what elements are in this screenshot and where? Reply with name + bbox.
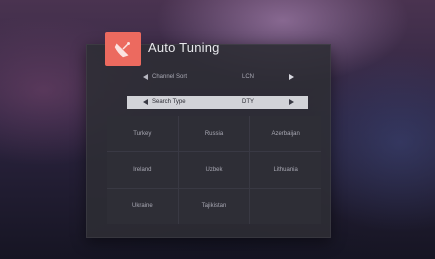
arrow-right-icon[interactable] bbox=[289, 99, 294, 105]
channel-sort-label: Channel Sort bbox=[152, 74, 188, 80]
satellite-dish-icon bbox=[114, 42, 130, 58]
country-option[interactable]: Lithuania bbox=[250, 152, 321, 188]
channel-sort-row[interactable]: Channel Sort LCN bbox=[127, 71, 308, 84]
country-option[interactable]: Russia bbox=[178, 116, 250, 152]
search-type-value: DTY bbox=[242, 99, 254, 105]
country-option[interactable]: Uzbek bbox=[178, 152, 250, 188]
country-option[interactable]: Ukraine bbox=[107, 188, 178, 224]
country-option[interactable]: Turkey bbox=[107, 116, 178, 152]
channel-sort-value: LCN bbox=[242, 74, 255, 80]
country-option[interactable]: Ireland bbox=[107, 152, 178, 188]
search-type-label: Search Type bbox=[152, 99, 186, 105]
empty-cell bbox=[250, 188, 321, 224]
country-option[interactable]: Azerbaijan bbox=[250, 116, 321, 152]
arrow-left-icon[interactable] bbox=[143, 74, 148, 80]
arrow-left-icon[interactable] bbox=[143, 99, 148, 105]
search-type-row[interactable]: Search Type DTY bbox=[127, 96, 308, 109]
dialog-title: Auto Tuning bbox=[148, 40, 220, 55]
country-grid: Turkey Russia Azerbaijan Ireland Uzbek L… bbox=[107, 116, 321, 224]
country-option[interactable]: Tajikistan bbox=[178, 188, 250, 224]
arrow-right-icon[interactable] bbox=[289, 74, 294, 80]
app-icon bbox=[105, 32, 141, 66]
